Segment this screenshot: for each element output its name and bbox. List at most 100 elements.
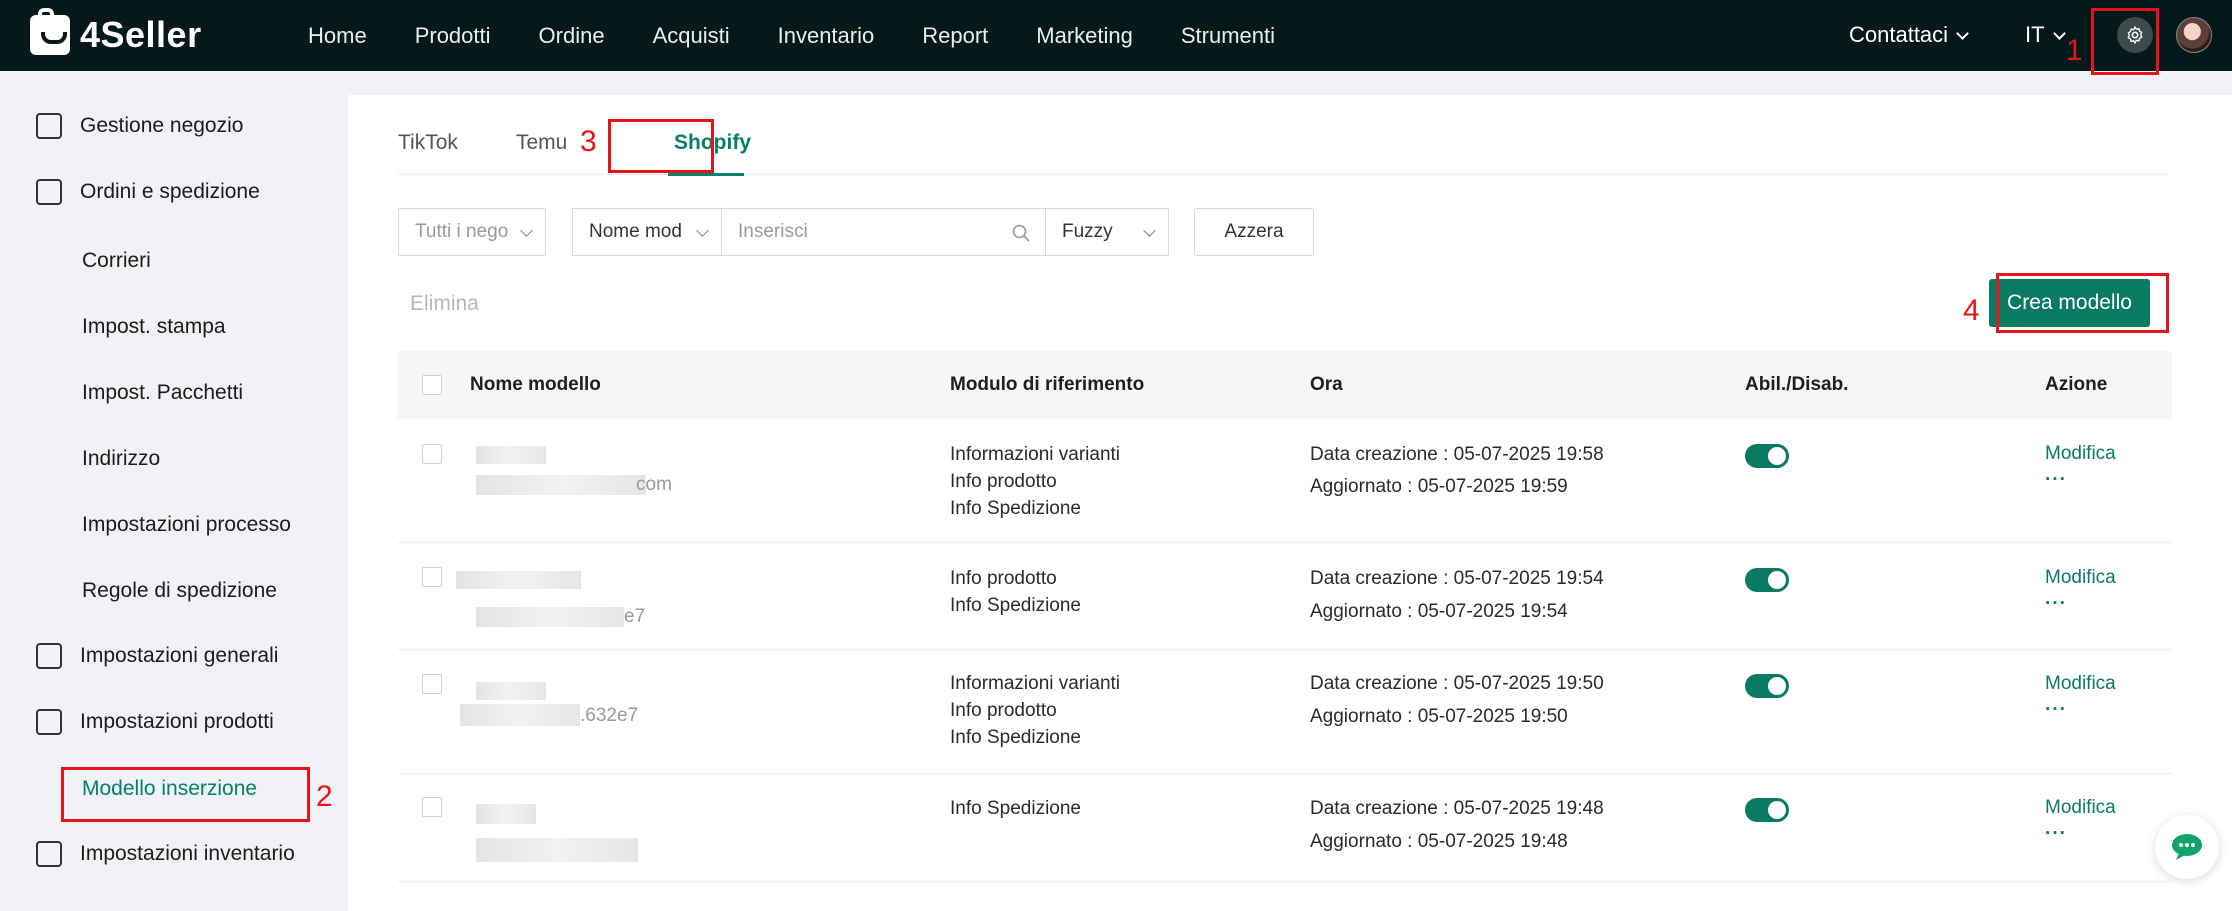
annotation-number-1: 1 — [2066, 34, 2083, 67]
module-item: Info Spedizione — [950, 798, 1081, 819]
language-menu[interactable]: IT — [2025, 22, 2066, 48]
created-time: Data creazione : 05-07-2025 19:54 — [1310, 568, 1604, 589]
module-item: Informazioni varianti — [950, 673, 1121, 694]
template-name-suffix: .632e7 — [580, 705, 639, 726]
edit-link[interactable]: Modifica — [2045, 567, 2116, 589]
brand-logo[interactable]: 4Seller — [30, 8, 202, 56]
redacted-name — [476, 682, 546, 700]
contact-menu[interactable]: Contattaci — [1849, 22, 1969, 48]
reset-button[interactable]: Azzera — [1194, 208, 1314, 256]
sidebar-item-gestione-negozio[interactable]: Gestione negozio — [36, 113, 243, 139]
enable-toggle[interactable] — [1745, 798, 1789, 822]
nav-home[interactable]: Home — [308, 23, 367, 49]
search-input-placeholder: Inserisci — [738, 221, 808, 242]
sidebar-item-label: Ordini e spedizione — [80, 180, 260, 203]
more-actions-button[interactable]: ··· — [2045, 469, 2067, 491]
col-ora: Ora — [1310, 374, 1343, 395]
chevron-down-icon — [696, 224, 709, 237]
module-item: Info prodotto — [950, 568, 1057, 589]
annotation-number-2: 2 — [316, 780, 333, 813]
sidebar-item-label: Impostazioni generali — [80, 644, 279, 667]
contact-label: Contattaci — [1849, 22, 1949, 47]
row-checkbox[interactable] — [422, 444, 442, 464]
nav-report[interactable]: Report — [922, 23, 988, 49]
active-tab-indicator — [668, 173, 744, 176]
redacted-name — [456, 571, 581, 589]
row-checkbox[interactable] — [422, 674, 442, 694]
annotation-box-3 — [608, 119, 714, 173]
store-icon — [36, 113, 62, 139]
sidebar-item-ordini-spedizione[interactable]: Ordini e spedizione — [36, 179, 260, 205]
edit-link[interactable]: Modifica — [2045, 443, 2116, 465]
table-row: Info Spedizione Data creazione : 05-07-2… — [398, 774, 2172, 882]
table-row: .632e7 Informazioni varianti Info prodot… — [398, 650, 2172, 774]
updated-time: Aggiornato : 05-07-2025 19:54 — [1310, 601, 1568, 622]
sidebar-item-impostazioni-processo[interactable]: Impostazioni processo — [82, 513, 291, 537]
module-item: Info Spedizione — [950, 595, 1081, 616]
annotation-number-3: 3 — [580, 125, 597, 158]
sidebar-item-label: Impostazioni prodotti — [80, 710, 274, 733]
search-input[interactable]: Inserisci — [721, 208, 1046, 256]
updated-time: Aggiornato : 05-07-2025 19:59 — [1310, 476, 1568, 497]
brand-name: 4Seller — [80, 14, 202, 55]
chevron-down-icon — [520, 224, 533, 237]
sidebar-item-corrieri[interactable]: Corrieri — [82, 249, 151, 273]
nav-ordine[interactable]: Ordine — [539, 23, 605, 49]
more-actions-button[interactable]: ··· — [2045, 699, 2067, 721]
sidebar-item-impost-stampa[interactable]: Impost. stampa — [82, 315, 226, 339]
shopping-bag-icon — [30, 8, 70, 55]
edit-link[interactable]: Modifica — [2045, 797, 2116, 819]
edit-link[interactable]: Modifica — [2045, 673, 2116, 695]
annotation-box-2 — [61, 767, 310, 822]
nav-prodotti[interactable]: Prodotti — [415, 23, 491, 49]
module-item: Info prodotto — [950, 700, 1057, 721]
col-nome-modello: Nome modello — [470, 374, 601, 395]
chevron-down-icon — [1956, 27, 1969, 40]
updated-time: Aggiornato : 05-07-2025 19:50 — [1310, 706, 1568, 727]
search-field-select[interactable]: Nome mod — [572, 208, 722, 256]
table-row: com Informazioni varianti Info prodotto … — [398, 419, 2172, 543]
tab-temu[interactable]: Temu — [516, 131, 567, 155]
sidebar-item-indirizzo[interactable]: Indirizzo — [82, 447, 160, 471]
main-nav: Home Prodotti Ordine Acquisti Inventario… — [308, 0, 1323, 71]
template-name-suffix: e7 — [624, 606, 646, 627]
tab-tiktok[interactable]: TikTok — [398, 131, 458, 155]
more-actions-button[interactable]: ··· — [2045, 823, 2067, 845]
created-time: Data creazione : 05-07-2025 19:48 — [1310, 798, 1604, 819]
store-select[interactable]: Tutti i nego — [398, 208, 546, 256]
sidebar-item-impostazioni-inventario[interactable]: Impostazioni inventario — [36, 841, 295, 867]
chevron-down-icon — [1143, 224, 1156, 237]
delete-button[interactable]: Elimina — [410, 292, 479, 316]
nav-marketing[interactable]: Marketing — [1036, 23, 1133, 49]
module-item: Info prodotto — [950, 471, 1057, 492]
sidebar-item-impostazioni-prodotti[interactable]: Impostazioni prodotti — [36, 709, 274, 735]
enable-toggle[interactable] — [1745, 568, 1789, 592]
match-mode-value: Fuzzy — [1062, 221, 1113, 242]
created-time: Data creazione : 05-07-2025 19:50 — [1310, 673, 1604, 694]
updated-time: Aggiornato : 05-07-2025 19:48 — [1310, 831, 1568, 852]
annotation-number-4: 4 — [1963, 294, 1980, 327]
user-avatar[interactable] — [2176, 17, 2212, 53]
sidebar-item-impostazioni-generali[interactable]: Impostazioni generali — [36, 643, 278, 669]
enable-toggle[interactable] — [1745, 674, 1789, 698]
col-abil-disab: Abil./Disab. — [1745, 374, 1849, 395]
nav-strumenti[interactable]: Strumenti — [1181, 23, 1275, 49]
select-all-checkbox[interactable] — [422, 375, 442, 395]
sidebar-item-regole-spedizione[interactable]: Regole di spedizione — [82, 579, 277, 603]
chat-support-button[interactable] — [2155, 815, 2219, 879]
nav-acquisti[interactable]: Acquisti — [653, 23, 730, 49]
chat-bubble-icon — [2172, 834, 2202, 860]
more-actions-button[interactable]: ··· — [2045, 593, 2067, 615]
match-mode-select[interactable]: Fuzzy — [1045, 208, 1169, 256]
nav-inventario[interactable]: Inventario — [778, 23, 875, 49]
created-time: Data creazione : 05-07-2025 19:58 — [1310, 444, 1604, 465]
store-select-placeholder: Tutti i nego — [415, 221, 509, 242]
template-name-suffix: com — [636, 474, 672, 495]
row-checkbox[interactable] — [422, 567, 442, 587]
enable-toggle[interactable] — [1745, 444, 1789, 468]
redacted-name — [476, 838, 638, 862]
sidebar-item-label: Impostazioni inventario — [80, 842, 295, 865]
row-checkbox[interactable] — [422, 797, 442, 817]
sidebar-item-impost-pacchetti[interactable]: Impost. Pacchetti — [82, 381, 243, 405]
redacted-name — [476, 446, 546, 464]
